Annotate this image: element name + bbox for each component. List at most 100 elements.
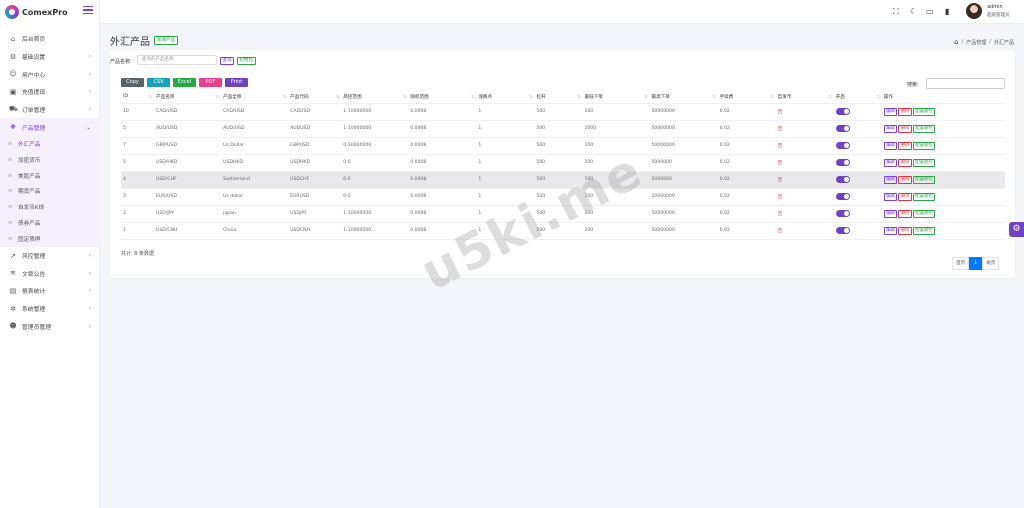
delete-button[interactable]: 删除 bbox=[898, 141, 912, 150]
sidebar-item[interactable]: ☺ 用户中心 ‹ bbox=[0, 65, 99, 83]
fullscreen-icon[interactable]: ⛶ bbox=[893, 7, 899, 17]
column-header[interactable]: 自发币 ⇅ bbox=[775, 91, 834, 104]
sidebar-item[interactable]: ⌂ 后台首页 bbox=[0, 30, 99, 48]
sort-icon[interactable]: ⇅ bbox=[876, 94, 879, 99]
enable-toggle[interactable] bbox=[835, 159, 850, 166]
sidebar-item[interactable]: ▣ 充值提现 ‹ bbox=[0, 83, 99, 101]
sidebar-item[interactable]: ⚙ 基础设置 ‹ bbox=[0, 48, 99, 66]
column-header[interactable]: 手续费 ⇅ bbox=[717, 91, 776, 104]
column-header[interactable]: 风控范围 ⇅ bbox=[341, 91, 409, 104]
sidebar-item[interactable]: ≋ 文章公告 ‹ bbox=[0, 264, 99, 282]
delete-button[interactable]: 删除 bbox=[898, 107, 912, 116]
edit-button[interactable]: 编辑 bbox=[883, 209, 898, 218]
config-button[interactable]: 配置期控 bbox=[912, 107, 936, 116]
first-page-button[interactable]: 首页 bbox=[952, 257, 970, 270]
column-header[interactable]: 随机范围 ⇅ bbox=[408, 91, 477, 104]
sort-icon[interactable]: ⇅ bbox=[529, 94, 532, 99]
sort-icon[interactable]: ⇅ bbox=[712, 94, 715, 99]
delete-button[interactable]: 删除 bbox=[898, 192, 912, 201]
add-product-button[interactable]: 新增产品 bbox=[154, 36, 178, 45]
edit-button[interactable]: 编辑 bbox=[883, 124, 898, 133]
sidebar-subitem[interactable]: ≡ 固定质押 bbox=[0, 231, 99, 247]
username[interactable]: admin bbox=[987, 4, 1003, 10]
sidebar-item[interactable]: ▤ 报表统计 ‹ bbox=[0, 282, 99, 300]
delete-button[interactable]: 删除 bbox=[898, 209, 912, 218]
enable-toggle[interactable] bbox=[835, 193, 850, 200]
edit-button[interactable]: 编辑 bbox=[883, 226, 898, 235]
sort-icon[interactable]: ⇅ bbox=[471, 94, 474, 99]
sort-icon[interactable]: ⇅ bbox=[770, 94, 773, 99]
home-icon[interactable]: ⌂ bbox=[954, 38, 958, 46]
column-header[interactable]: 产品名称 ⇅ bbox=[154, 91, 222, 104]
sidebar-subitem[interactable]: ≡ 加密货币 bbox=[0, 152, 99, 168]
config-button[interactable]: 配置期控 bbox=[912, 141, 936, 150]
enable-toggle[interactable] bbox=[835, 227, 850, 234]
enable-toggle[interactable] bbox=[835, 142, 850, 149]
enable-toggle[interactable] bbox=[835, 176, 850, 183]
sidebar-item[interactable]: ↗ 风控管理 ‹ bbox=[0, 247, 99, 265]
delete-button[interactable]: 删除 bbox=[898, 175, 912, 184]
column-header[interactable]: 操作 bbox=[881, 91, 1005, 104]
avatar[interactable] bbox=[966, 3, 982, 19]
last-page-button[interactable]: 尾页 bbox=[982, 257, 1000, 270]
config-button[interactable]: 配置期控 bbox=[912, 175, 936, 184]
config-button[interactable]: 配置期控 bbox=[912, 226, 936, 235]
edit-button[interactable]: 编辑 bbox=[883, 175, 898, 184]
column-header[interactable]: 产品全称 ⇅ bbox=[221, 91, 289, 104]
menu-toggle-icon[interactable] bbox=[83, 5, 93, 15]
settings-gear-icon[interactable]: ⚙ bbox=[1009, 222, 1024, 237]
config-button[interactable]: 配置期控 bbox=[912, 158, 936, 167]
column-header[interactable]: ID ⇅ bbox=[121, 91, 155, 104]
column-header[interactable]: 产品代码 ⇅ bbox=[288, 91, 342, 104]
sort-icon[interactable]: ⇅ bbox=[336, 94, 339, 99]
sort-icon[interactable]: ⇅ bbox=[577, 94, 580, 99]
sort-icon[interactable]: ⇅ bbox=[283, 94, 286, 99]
search-input[interactable] bbox=[926, 78, 1005, 89]
edit-button[interactable]: 编辑 bbox=[883, 107, 898, 116]
sidebar-subitem[interactable]: ≡ 期货产品 bbox=[0, 184, 99, 200]
enable-toggle[interactable] bbox=[835, 125, 850, 132]
column-header[interactable]: 最高下单 ⇅ bbox=[649, 91, 718, 104]
column-header[interactable]: 杠杆 ⇅ bbox=[534, 91, 583, 104]
edit-button[interactable]: 编辑 bbox=[883, 141, 898, 150]
sort-icon[interactable]: ⇅ bbox=[149, 94, 152, 99]
sidebar-item[interactable]: ⛟ 订单管理 ‹ bbox=[0, 101, 99, 119]
delete-button[interactable]: 删除 bbox=[898, 158, 912, 167]
pdf-button[interactable]: PDF bbox=[199, 78, 222, 87]
sort-icon[interactable]: ⇅ bbox=[828, 94, 831, 99]
table-row[interactable]: 5 AUD/USD AUD/USD AUDUSD 1-10000000 0.0008 1 50… bbox=[121, 120, 1005, 138]
sidebar-subitem[interactable]: ≡ 债券产品 bbox=[0, 215, 99, 231]
page-1-button[interactable]: 1 bbox=[969, 257, 983, 270]
enable-toggle[interactable] bbox=[835, 210, 850, 217]
sidebar-item[interactable]: ❖ 产品管理 ⌄ bbox=[0, 118, 99, 137]
table-row[interactable]: 5 USD/HKD USDHKD USDHKD 0-0 0.0008 1 500 100 5000… bbox=[121, 154, 1005, 172]
column-header[interactable]: 最低下单 ⇅ bbox=[582, 91, 650, 104]
sort-icon[interactable]: ⇅ bbox=[216, 94, 219, 99]
config-button[interactable]: 配置期控 bbox=[912, 124, 936, 133]
copy-button[interactable]: Copy bbox=[121, 78, 144, 87]
print-button[interactable]: Print bbox=[225, 78, 248, 87]
config-button[interactable]: 配置期控 bbox=[912, 192, 936, 201]
sort-icon[interactable]: ⇅ bbox=[403, 94, 406, 99]
notification-icon[interactable]: ▮ bbox=[945, 7, 949, 16]
column-header[interactable]: 涨跌点 ⇅ bbox=[476, 91, 535, 104]
edit-button[interactable]: 编辑 bbox=[883, 158, 898, 167]
sidebar-subitem[interactable]: ≡ 自发币K线 bbox=[0, 199, 99, 215]
enable-toggle[interactable] bbox=[835, 108, 850, 115]
column-header[interactable]: 开启 ⇅ bbox=[833, 91, 882, 104]
product-name-input[interactable]: 查询的产品名称 bbox=[137, 55, 217, 65]
delete-button[interactable]: 删除 bbox=[898, 124, 912, 133]
sort-icon[interactable]: ⇅ bbox=[644, 94, 647, 99]
sidebar-item[interactable]: ✲ 系统管理 ‹ bbox=[0, 300, 99, 318]
theme-moon-icon[interactable]: ☾ bbox=[910, 7, 917, 16]
config-button[interactable]: 配置期控 bbox=[912, 209, 936, 218]
excel-button[interactable]: Excel bbox=[173, 78, 196, 87]
edit-button[interactable]: 编辑 bbox=[883, 192, 898, 201]
sidebar-subitem[interactable]: ≡ 外汇产品 bbox=[0, 136, 99, 152]
table-row[interactable]: 10 CAD/USD CAD/USD CADUSD 1-10000000 0.0008 1 5… bbox=[121, 103, 1005, 121]
reset-button[interactable]: 初始化 bbox=[237, 57, 256, 65]
table-row[interactable]: 7 GBP/USD Us Dollar GBPUSD 0-10000000 0.0008 1… bbox=[121, 137, 1005, 155]
breadcrumb-item[interactable]: 产品管理 bbox=[966, 39, 986, 46]
query-button[interactable]: 查询 bbox=[220, 57, 234, 65]
sidebar-subitem[interactable]: ≡ 美股产品 bbox=[0, 168, 99, 184]
